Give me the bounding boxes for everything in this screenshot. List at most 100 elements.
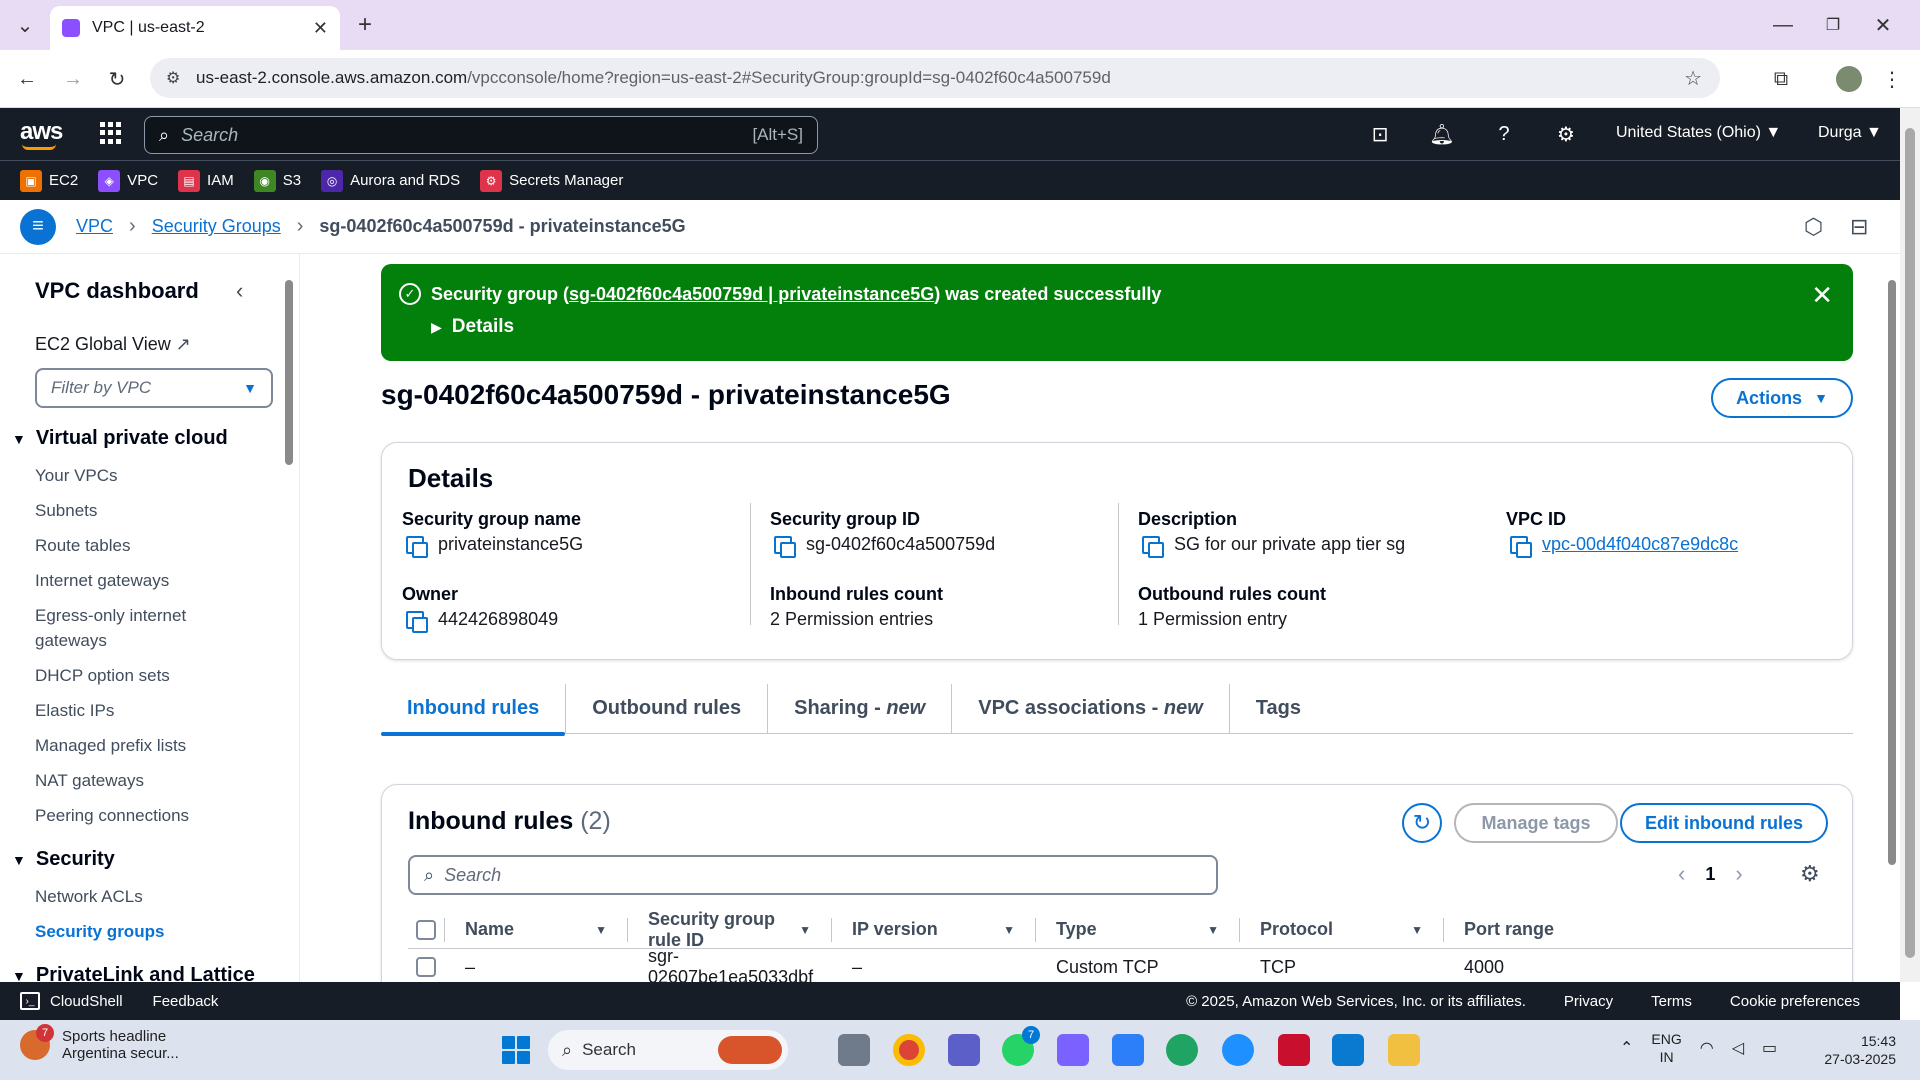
forward-icon[interactable]: →	[60, 66, 86, 92]
settings-gear-icon[interactable]: ⚙	[1552, 120, 1580, 148]
favorite-iam[interactable]: ▤ IAM	[178, 169, 234, 192]
services-grid-icon[interactable]	[100, 122, 122, 144]
browser-tab[interactable]: VPC | us-east-2 ✕	[50, 6, 340, 50]
battery-icon[interactable]: ▭	[1762, 1038, 1777, 1058]
region-selector[interactable]: United States (Ohio) ▼	[1616, 124, 1781, 142]
sidebar-item-security-groups[interactable]: Security groups	[35, 919, 164, 944]
new-tab-icon[interactable]: +	[352, 11, 378, 38]
mcafee-icon[interactable]	[1278, 1034, 1310, 1066]
file-explorer-icon[interactable]	[1388, 1034, 1420, 1066]
flash-details-toggle[interactable]: ▶ Details	[431, 316, 514, 338]
table-settings-gear-icon[interactable]: ⚙	[1800, 861, 1820, 887]
store-icon[interactable]	[1332, 1034, 1364, 1066]
close-tab-icon[interactable]: ✕	[313, 18, 328, 39]
favorite-aurora-rds[interactable]: ◎ Aurora and RDS	[321, 169, 460, 192]
breadcrumb-vpc[interactable]: VPC	[76, 216, 113, 237]
taskbar-search-input[interactable]: ⌕ Search	[548, 1030, 788, 1070]
collapse-sidebar-icon[interactable]: ‹	[236, 278, 243, 304]
filter-by-vpc-select[interactable]: Filter by VPC ▼	[35, 368, 273, 408]
rules-search-input[interactable]: ⌕ Search	[408, 855, 1218, 895]
sidebar-item-ec2-global-view[interactable]: EC2 Global View ↗	[35, 334, 191, 355]
feedback-link[interactable]: Feedback	[153, 993, 219, 1010]
tab-search-icon[interactable]: ⌄	[12, 12, 38, 38]
tab-tags[interactable]: Tags	[1230, 684, 1327, 734]
cloudshell-icon[interactable]: ⊡	[1366, 120, 1394, 148]
account-menu[interactable]: Durga ▼	[1818, 124, 1882, 142]
main-scrollbar[interactable]	[1887, 260, 1897, 980]
terms-link[interactable]: Terms	[1651, 993, 1692, 1010]
menu-hamburger-icon[interactable]: ≡	[20, 208, 56, 245]
news-widget[interactable]: 7 Sports headline Argentina secur...	[20, 1024, 179, 1062]
copy-icon[interactable]	[1142, 535, 1164, 558]
sidebar-item-internet-gateways[interactable]: Internet gateways	[35, 568, 169, 593]
info-panel-icon[interactable]: ⬡	[1804, 214, 1823, 240]
copy-icon[interactable]	[406, 535, 428, 558]
teams-icon[interactable]	[948, 1034, 980, 1066]
copilot-icon[interactable]	[1057, 1034, 1089, 1066]
tab-vpc-associations[interactable]: VPC associations - new	[952, 683, 1230, 734]
copy-icon[interactable]	[774, 535, 796, 558]
next-page-icon[interactable]: ›	[1735, 861, 1742, 887]
url-field[interactable]: ⚙ us-east-2.console.aws.amazon.com/vpcco…	[150, 58, 1720, 98]
favorite-s3[interactable]: ◉ S3	[253, 169, 301, 192]
notifications-bell-icon[interactable]: 🔔︎	[1428, 120, 1456, 148]
tab-outbound-rules[interactable]: Outbound rules	[566, 683, 769, 734]
bookmark-star-icon[interactable]: ☆	[1684, 66, 1702, 91]
language-indicator[interactable]: ENG IN	[1651, 1030, 1681, 1066]
column-header-type[interactable]: Type ▼	[1036, 917, 1240, 942]
sidebar-scrollbar[interactable]	[284, 260, 294, 980]
copy-icon[interactable]	[406, 610, 428, 633]
column-header-name[interactable]: Name ▼	[445, 917, 628, 942]
sidebar-item-route-tables[interactable]: Route tables	[35, 533, 130, 558]
cookie-preferences-link[interactable]: Cookie preferences	[1730, 993, 1860, 1010]
restore-icon[interactable]: ❐	[1820, 12, 1846, 38]
minimize-icon[interactable]: —	[1770, 12, 1796, 38]
sidebar-item-egress-only-gateways[interactable]: Egress-only internet	[35, 603, 186, 628]
start-windows-icon[interactable]	[502, 1036, 530, 1064]
clock[interactable]: 15:43 27-03-2025	[1816, 1032, 1896, 1068]
sidebar-item-dhcp-option-sets[interactable]: DHCP option sets	[35, 663, 170, 688]
help-app-icon[interactable]	[1222, 1034, 1254, 1066]
reload-icon[interactable]: ↻	[104, 66, 130, 92]
extensions-icon[interactable]: ⧉	[1768, 66, 1794, 92]
close-window-icon[interactable]: ✕	[1870, 12, 1896, 38]
aws-logo[interactable]: aws	[20, 118, 63, 150]
sidebar-item-subnets[interactable]: Subnets	[35, 498, 97, 523]
favorite-secrets-manager[interactable]: ⚙ Secrets Manager	[480, 169, 623, 192]
tab-sharing[interactable]: Sharing - new	[768, 683, 953, 734]
back-icon[interactable]: ←	[14, 66, 40, 92]
chevron-up-icon[interactable]: ⌃	[1620, 1038, 1633, 1058]
column-header-ip-version[interactable]: IP version ▼	[832, 917, 1036, 942]
sidebar-item-nat-gateways[interactable]: NAT gateways	[35, 768, 144, 793]
profile-avatar[interactable]	[1836, 66, 1862, 92]
site-info-icon[interactable]: ⚙	[166, 68, 180, 88]
console-search-input[interactable]: ⌕ Search [Alt+S]	[144, 116, 818, 154]
column-header-port-range[interactable]: Port range	[1444, 918, 1604, 942]
favorite-ec2[interactable]: ▣ EC2	[20, 169, 78, 192]
sidebar-item-peering-connections[interactable]: Peering connections	[35, 803, 189, 828]
edit-inbound-rules-button[interactable]: Edit inbound rules	[1620, 803, 1828, 843]
select-all-checkbox[interactable]	[408, 917, 445, 942]
sidebar-section-virtual-private-cloud[interactable]: ▼ Virtual private cloud	[12, 427, 228, 450]
volume-icon[interactable]: ◁	[1732, 1038, 1744, 1058]
help-icon[interactable]: ?	[1490, 120, 1518, 148]
sidebar-section-security[interactable]: ▼ Security	[12, 848, 115, 871]
row-checkbox[interactable]	[408, 957, 445, 977]
wifi-icon[interactable]: ◠	[1700, 1038, 1714, 1058]
dismiss-flash-icon[interactable]: ✕	[1811, 280, 1833, 311]
favorite-vpc[interactable]: ◈ VPC	[98, 169, 158, 192]
sidebar-section-privatelink[interactable]: ▼ PrivateLink and Lattice	[12, 964, 255, 982]
breadcrumb-security-groups[interactable]: Security Groups	[152, 216, 281, 237]
mylp-icon[interactable]	[1112, 1034, 1144, 1066]
flash-sg-link[interactable]: sg-0402f60c4a500759d | privateinstance5G	[569, 284, 934, 304]
sidebar-item-network-acls[interactable]: Network ACLs	[35, 884, 143, 909]
browser-menu-icon[interactable]: ⋮	[1882, 66, 1902, 92]
sidebar-item-elastic-ips[interactable]: Elastic IPs	[35, 698, 114, 723]
prev-page-icon[interactable]: ‹	[1678, 861, 1685, 887]
page-scrollbar[interactable]	[1900, 108, 1920, 982]
page-number[interactable]: 1	[1705, 864, 1715, 885]
sidebar-item-your-vpcs[interactable]: Your VPCs	[35, 463, 118, 488]
vpc-id-link[interactable]: vpc-00d4f040c87e9dc8c	[1542, 534, 1738, 555]
actions-button[interactable]: Actions ▼	[1711, 378, 1853, 418]
sidebar-item-egress-only-gateways-line2[interactable]: gateways	[35, 628, 107, 653]
